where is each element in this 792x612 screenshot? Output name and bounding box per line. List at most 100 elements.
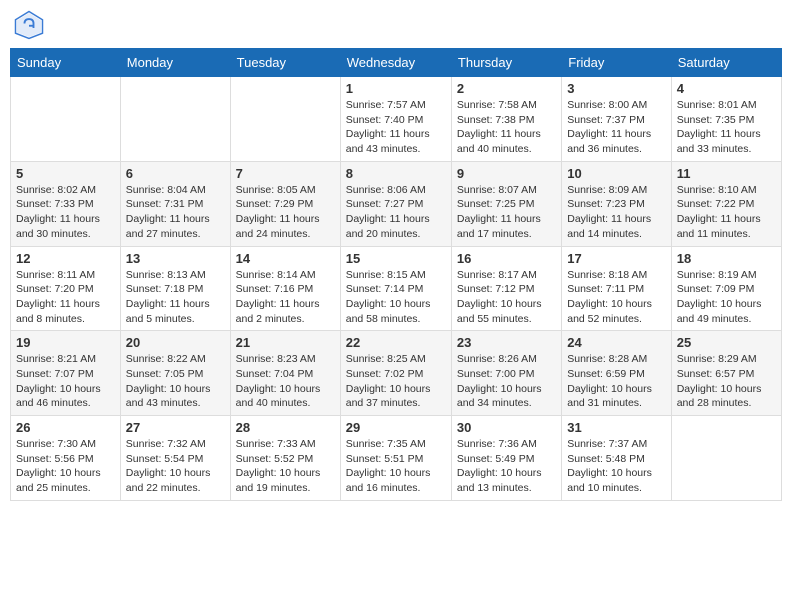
calendar-cell: 7 Sunrise: 8:05 AM Sunset: 7:29 PM Daylig… bbox=[230, 161, 340, 246]
day-info: Sunrise: 8:04 AM Sunset: 7:31 PM Dayligh… bbox=[126, 183, 225, 242]
day-number: 21 bbox=[236, 335, 335, 350]
calendar-cell: 25 Sunrise: 8:29 AM Sunset: 6:57 PM Dayli… bbox=[671, 331, 781, 416]
calendar-week-row: 1Sunrise: 7:57 AM Sunset: 7:40 PM Daylig… bbox=[11, 77, 782, 162]
day-number: 5 bbox=[16, 166, 115, 181]
weekday-header-tuesday: Tuesday bbox=[230, 49, 340, 77]
day-number: 26 bbox=[16, 420, 115, 435]
calendar-cell: 1Sunrise: 7:57 AM Sunset: 7:40 PM Daylig… bbox=[340, 77, 451, 162]
calendar-cell: 13 Sunrise: 8:13 AM Sunset: 7:18 PM Dayli… bbox=[120, 246, 230, 331]
calendar-cell: 16 Sunrise: 8:17 AM Sunset: 7:12 PM Dayli… bbox=[451, 246, 561, 331]
day-number: 9 bbox=[457, 166, 556, 181]
day-info: Sunrise: 8:28 AM Sunset: 6:59 PM Dayligh… bbox=[567, 352, 665, 411]
calendar-cell bbox=[120, 77, 230, 162]
calendar-cell: 4Sunrise: 8:01 AM Sunset: 7:35 PM Daylig… bbox=[671, 77, 781, 162]
calendar-cell: 24 Sunrise: 8:28 AM Sunset: 6:59 PM Dayli… bbox=[562, 331, 671, 416]
day-info: Sunrise: 8:07 AM Sunset: 7:25 PM Dayligh… bbox=[457, 183, 556, 242]
calendar-cell: 5 Sunrise: 8:02 AM Sunset: 7:33 PM Daylig… bbox=[11, 161, 121, 246]
day-info: Sunrise: 8:11 AM Sunset: 7:20 PM Dayligh… bbox=[16, 268, 115, 327]
day-info: Sunrise: 8:17 AM Sunset: 7:12 PM Dayligh… bbox=[457, 268, 556, 327]
calendar-week-row: 5 Sunrise: 8:02 AM Sunset: 7:33 PM Daylig… bbox=[11, 161, 782, 246]
calendar-table: SundayMondayTuesdayWednesdayThursdayFrid… bbox=[10, 48, 782, 501]
calendar-week-row: 19 Sunrise: 8:21 AM Sunset: 7:07 PM Dayli… bbox=[11, 331, 782, 416]
calendar-cell: 14Sunrise: 8:14 AM Sunset: 7:16 PM Dayli… bbox=[230, 246, 340, 331]
day-info: Sunrise: 8:18 AM Sunset: 7:11 PM Dayligh… bbox=[567, 268, 665, 327]
day-info: Sunrise: 8:21 AM Sunset: 7:07 PM Dayligh… bbox=[16, 352, 115, 411]
calendar-cell: 19 Sunrise: 8:21 AM Sunset: 7:07 PM Dayli… bbox=[11, 331, 121, 416]
calendar-cell: 26 Sunrise: 7:30 AM Sunset: 5:56 PM Dayli… bbox=[11, 416, 121, 501]
day-info: Sunrise: 8:26 AM Sunset: 7:00 PM Dayligh… bbox=[457, 352, 556, 411]
day-number: 2 bbox=[457, 81, 556, 96]
calendar-cell: 21 Sunrise: 8:23 AM Sunset: 7:04 PM Dayli… bbox=[230, 331, 340, 416]
day-number: 24 bbox=[567, 335, 665, 350]
calendar-cell bbox=[671, 416, 781, 501]
day-number: 28 bbox=[236, 420, 335, 435]
day-info: Sunrise: 8:05 AM Sunset: 7:29 PM Dayligh… bbox=[236, 183, 335, 242]
day-number: 10 bbox=[567, 166, 665, 181]
day-number: 18 bbox=[677, 251, 776, 266]
day-info: Sunrise: 8:19 AM Sunset: 7:09 PM Dayligh… bbox=[677, 268, 776, 327]
day-info: Sunrise: 7:30 AM Sunset: 5:56 PM Dayligh… bbox=[16, 437, 115, 496]
weekday-header-sunday: Sunday bbox=[11, 49, 121, 77]
calendar-cell: 29Sunrise: 7:35 AM Sunset: 5:51 PM Dayli… bbox=[340, 416, 451, 501]
weekday-header-monday: Monday bbox=[120, 49, 230, 77]
day-info: Sunrise: 7:35 AM Sunset: 5:51 PM Dayligh… bbox=[346, 437, 446, 496]
weekday-header-wednesday: Wednesday bbox=[340, 49, 451, 77]
calendar-week-row: 12 Sunrise: 8:11 AM Sunset: 7:20 PM Dayli… bbox=[11, 246, 782, 331]
day-number: 11 bbox=[677, 166, 776, 181]
calendar-cell: 12 Sunrise: 8:11 AM Sunset: 7:20 PM Dayli… bbox=[11, 246, 121, 331]
day-number: 14 bbox=[236, 251, 335, 266]
calendar-header-row: SundayMondayTuesdayWednesdayThursdayFrid… bbox=[11, 49, 782, 77]
day-info: Sunrise: 7:33 AM Sunset: 5:52 PM Dayligh… bbox=[236, 437, 335, 496]
day-number: 13 bbox=[126, 251, 225, 266]
day-number: 6 bbox=[126, 166, 225, 181]
day-number: 27 bbox=[126, 420, 225, 435]
day-number: 8 bbox=[346, 166, 446, 181]
logo-icon bbox=[14, 10, 44, 40]
weekday-header-friday: Friday bbox=[562, 49, 671, 77]
weekday-header-saturday: Saturday bbox=[671, 49, 781, 77]
day-number: 15 bbox=[346, 251, 446, 266]
day-number: 23 bbox=[457, 335, 556, 350]
day-info: Sunrise: 8:13 AM Sunset: 7:18 PM Dayligh… bbox=[126, 268, 225, 327]
calendar-cell: 6 Sunrise: 8:04 AM Sunset: 7:31 PM Daylig… bbox=[120, 161, 230, 246]
day-info: Sunrise: 7:58 AM Sunset: 7:38 PM Dayligh… bbox=[457, 98, 556, 157]
day-number: 17 bbox=[567, 251, 665, 266]
day-info: Sunrise: 8:10 AM Sunset: 7:22 PM Dayligh… bbox=[677, 183, 776, 242]
day-number: 4 bbox=[677, 81, 776, 96]
calendar-cell: 27Sunrise: 7:32 AM Sunset: 5:54 PM Dayli… bbox=[120, 416, 230, 501]
day-info: Sunrise: 8:22 AM Sunset: 7:05 PM Dayligh… bbox=[126, 352, 225, 411]
day-number: 3 bbox=[567, 81, 665, 96]
day-info: Sunrise: 8:29 AM Sunset: 6:57 PM Dayligh… bbox=[677, 352, 776, 411]
day-info: Sunrise: 8:06 AM Sunset: 7:27 PM Dayligh… bbox=[346, 183, 446, 242]
day-number: 30 bbox=[457, 420, 556, 435]
calendar-cell: 9 Sunrise: 8:07 AM Sunset: 7:25 PM Daylig… bbox=[451, 161, 561, 246]
calendar-cell: 2 Sunrise: 7:58 AM Sunset: 7:38 PM Daylig… bbox=[451, 77, 561, 162]
calendar-cell: 23 Sunrise: 8:26 AM Sunset: 7:00 PM Dayli… bbox=[451, 331, 561, 416]
calendar-cell: 11 Sunrise: 8:10 AM Sunset: 7:22 PM Dayli… bbox=[671, 161, 781, 246]
day-info: Sunrise: 8:00 AM Sunset: 7:37 PM Dayligh… bbox=[567, 98, 665, 157]
day-info: Sunrise: 8:15 AM Sunset: 7:14 PM Dayligh… bbox=[346, 268, 446, 327]
calendar-cell: 28 Sunrise: 7:33 AM Sunset: 5:52 PM Dayli… bbox=[230, 416, 340, 501]
calendar-cell: 8 Sunrise: 8:06 AM Sunset: 7:27 PM Daylig… bbox=[340, 161, 451, 246]
day-info: Sunrise: 8:23 AM Sunset: 7:04 PM Dayligh… bbox=[236, 352, 335, 411]
day-number: 12 bbox=[16, 251, 115, 266]
calendar-cell: 30 Sunrise: 7:36 AM Sunset: 5:49 PM Dayli… bbox=[451, 416, 561, 501]
day-number: 19 bbox=[16, 335, 115, 350]
calendar-cell: 15 Sunrise: 8:15 AM Sunset: 7:14 PM Dayli… bbox=[340, 246, 451, 331]
calendar-cell: 20Sunrise: 8:22 AM Sunset: 7:05 PM Dayli… bbox=[120, 331, 230, 416]
logo bbox=[14, 10, 48, 40]
day-info: Sunrise: 8:09 AM Sunset: 7:23 PM Dayligh… bbox=[567, 183, 665, 242]
calendar-cell: 31Sunrise: 7:37 AM Sunset: 5:48 PM Dayli… bbox=[562, 416, 671, 501]
day-number: 31 bbox=[567, 420, 665, 435]
day-number: 7 bbox=[236, 166, 335, 181]
calendar-cell: 22Sunrise: 8:25 AM Sunset: 7:02 PM Dayli… bbox=[340, 331, 451, 416]
day-number: 25 bbox=[677, 335, 776, 350]
calendar-cell: 3 Sunrise: 8:00 AM Sunset: 7:37 PM Daylig… bbox=[562, 77, 671, 162]
calendar-cell: 10 Sunrise: 8:09 AM Sunset: 7:23 PM Dayli… bbox=[562, 161, 671, 246]
page-header bbox=[10, 10, 782, 40]
day-info: Sunrise: 7:36 AM Sunset: 5:49 PM Dayligh… bbox=[457, 437, 556, 496]
day-number: 16 bbox=[457, 251, 556, 266]
calendar-cell: 17 Sunrise: 8:18 AM Sunset: 7:11 PM Dayli… bbox=[562, 246, 671, 331]
day-info: Sunrise: 8:02 AM Sunset: 7:33 PM Dayligh… bbox=[16, 183, 115, 242]
calendar-cell bbox=[230, 77, 340, 162]
